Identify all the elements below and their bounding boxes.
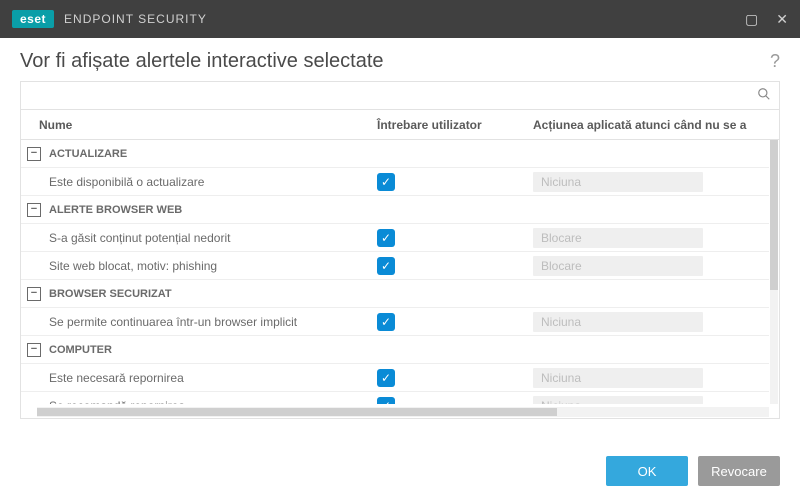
col-action: Acțiunea aplicată atunci când nu se a: [533, 110, 779, 139]
row-name: Site web blocat, motiv: phishing: [21, 259, 377, 273]
table-row: S-a găsit conținut potențial nedorit ✓ B…: [21, 224, 769, 252]
close-icon[interactable]: ✕: [776, 11, 788, 28]
collapse-icon[interactable]: −: [27, 343, 41, 357]
action-value: Blocare: [533, 228, 703, 248]
row-action: Blocare: [533, 256, 769, 276]
group-title: ACTUALIZARE: [49, 148, 127, 160]
table-row: Este necesară repornirea ✓ Niciuna: [21, 364, 769, 392]
row-ask: ✓: [377, 369, 533, 387]
titlebar: eset ENDPOINT SECURITY ▢ ✕: [0, 0, 800, 38]
horizontal-scrollbar[interactable]: [37, 407, 769, 417]
minimize-icon[interactable]: ▢: [745, 11, 758, 28]
footer-buttons: OK Revocare: [606, 456, 780, 486]
table-row: Este disponibilă o actualizare ✓ Niciuna: [21, 168, 769, 196]
row-action: Niciuna: [533, 396, 769, 405]
checkbox[interactable]: ✓: [377, 173, 395, 191]
row-ask: ✓: [377, 173, 533, 191]
row-name: Se permite continuarea într-un browser i…: [21, 315, 377, 329]
help-icon[interactable]: ?: [770, 51, 780, 72]
row-action: Niciuna: [533, 172, 769, 192]
rows-container: −ACTUALIZARE Este disponibilă o actualiz…: [21, 140, 769, 404]
row-name: Este necesară repornirea: [21, 371, 377, 385]
collapse-icon[interactable]: −: [27, 147, 41, 161]
action-value: Niciuna: [533, 312, 703, 332]
product-name: ENDPOINT SECURITY: [64, 12, 207, 26]
action-value: Niciuna: [533, 396, 703, 405]
column-headers: Nume Întrebare utilizator Acțiunea aplic…: [21, 110, 779, 140]
collapse-icon[interactable]: −: [27, 287, 41, 301]
action-value: Niciuna: [533, 368, 703, 388]
table-scroll-area: −ACTUALIZARE Este disponibilă o actualiz…: [21, 140, 779, 418]
row-ask: ✓: [377, 313, 533, 331]
action-value: Niciuna: [533, 172, 703, 192]
ok-button[interactable]: OK: [606, 456, 688, 486]
col-name: Nume: [21, 110, 377, 139]
row-action: Niciuna: [533, 312, 769, 332]
search-icon[interactable]: [757, 87, 771, 104]
window-controls: ▢ ✕: [745, 11, 788, 28]
action-value: Blocare: [533, 256, 703, 276]
group-header[interactable]: −ACTUALIZARE: [21, 140, 769, 168]
table-row: Se permite continuarea într-un browser i…: [21, 308, 769, 336]
header: Vor fi afișate alertele interactive sele…: [0, 38, 800, 81]
group-title: ALERTE BROWSER WEB: [49, 204, 182, 216]
row-name: Se recomandă repornirea: [21, 399, 377, 405]
group-header[interactable]: −ALERTE BROWSER WEB: [21, 196, 769, 224]
settings-panel: Nume Întrebare utilizator Acțiunea aplic…: [20, 81, 780, 419]
row-action: Blocare: [533, 228, 769, 248]
row-ask: ✓: [377, 257, 533, 275]
checkbox[interactable]: ✓: [377, 369, 395, 387]
vertical-scrollbar[interactable]: [770, 140, 778, 404]
row-action: Niciuna: [533, 368, 769, 388]
row-ask: ✓: [377, 397, 533, 405]
group-title: BROWSER SECURIZAT: [49, 288, 172, 300]
table-row: Se recomandă repornirea ✓ Niciuna: [21, 392, 769, 404]
row-name: S-a găsit conținut potențial nedorit: [21, 231, 377, 245]
group-title: COMPUTER: [49, 344, 112, 356]
row-name: Este disponibilă o actualizare: [21, 175, 377, 189]
row-ask: ✓: [377, 229, 533, 247]
page-title: Vor fi afișate alertele interactive sele…: [20, 50, 384, 73]
search-input[interactable]: [29, 82, 757, 109]
search-bar: [21, 82, 779, 110]
group-header[interactable]: −BROWSER SECURIZAT: [21, 280, 769, 308]
checkbox[interactable]: ✓: [377, 257, 395, 275]
table-row: Site web blocat, motiv: phishing ✓ Bloca…: [21, 252, 769, 280]
vertical-scroll-thumb[interactable]: [770, 140, 778, 290]
checkbox[interactable]: ✓: [377, 313, 395, 331]
col-ask: Întrebare utilizator: [377, 110, 533, 139]
horizontal-scroll-thumb[interactable]: [37, 408, 557, 416]
group-header[interactable]: −COMPUTER: [21, 336, 769, 364]
checkbox[interactable]: ✓: [377, 229, 395, 247]
cancel-button[interactable]: Revocare: [698, 456, 780, 486]
brand-logo: eset: [12, 10, 54, 28]
collapse-icon[interactable]: −: [27, 203, 41, 217]
checkbox[interactable]: ✓: [377, 397, 395, 405]
